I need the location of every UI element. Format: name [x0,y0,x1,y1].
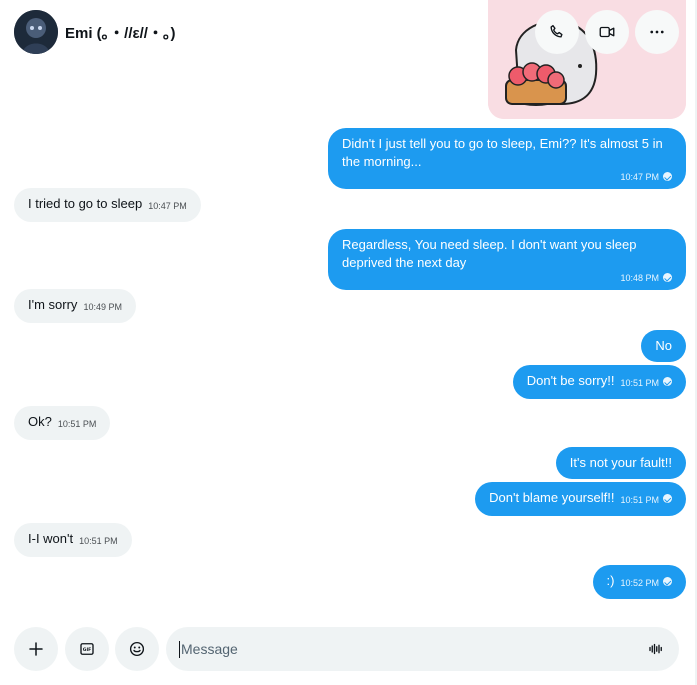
conversation-header: Emi (｡・//ε//・｡) [14,10,175,54]
message-bubble-received[interactable]: I tried to go to sleep 10:47 PM [14,188,201,222]
emoji-button[interactable] [115,627,159,671]
sent-check-icon [663,577,672,586]
message-text: I'm sorry [28,297,78,312]
voice-waveform-icon[interactable] [647,640,665,658]
message-text: No [655,338,672,353]
message-text: :) [606,573,615,588]
message-bubble-received[interactable]: I-I won't 10:51 PM [14,523,132,557]
message-composer[interactable] [166,627,679,671]
video-icon [599,26,615,38]
message-text: Don't blame yourself!! [489,490,615,505]
message-text: Don't be sorry!! [526,373,615,388]
message-text: I tried to go to sleep [28,196,143,211]
message-meta: 10:47 PM [342,171,672,183]
text-cursor [179,640,180,658]
plus-icon [29,642,43,656]
sent-check-icon [663,273,672,282]
message-bubble-received[interactable]: I'm sorry 10:49 PM [14,289,136,323]
message-text: Didn't I just tell you to go to sleep, E… [342,136,663,169]
gif-button[interactable]: GIF [65,627,109,671]
more-icon [650,30,664,34]
message-bubble-sent[interactable]: No [641,330,686,362]
message-text: I-I won't [28,531,74,546]
video-call-button[interactable] [585,10,629,54]
more-options-button[interactable] [635,10,679,54]
message-text: It's not your fault!! [569,455,672,470]
message-time: 10:52 PM [620,578,659,588]
emoji-icon [129,641,145,657]
message-text: Ok? [28,414,52,429]
add-media-button[interactable] [14,627,58,671]
avatar[interactable] [14,10,58,54]
message-bubble-sent[interactable]: Don't blame yourself!! 10:51 PM [475,482,686,516]
call-button[interactable] [535,10,579,54]
sent-check-icon [663,172,672,181]
message-time: 10:51 PM [57,419,97,429]
svg-text:GIF: GIF [83,647,91,653]
contact-name[interactable]: Emi (｡・//ε//・｡) [65,22,175,43]
message-bubble-sent[interactable]: Didn't I just tell you to go to sleep, E… [328,128,686,189]
gif-icon: GIF [80,643,94,655]
message-time: 10:48 PM [620,273,659,283]
phone-icon [550,24,563,38]
message-time: 10:51 PM [620,495,659,505]
message-bubble-sent[interactable]: It's not your fault!! [555,447,686,479]
message-meta: 10:48 PM [342,272,672,284]
avatar-image [14,10,58,54]
message-time: 10:49 PM [83,302,122,312]
message-bubble-sent[interactable]: Regardless, You need sleep. I don't want… [328,229,686,290]
message-bubble-sent[interactable]: Don't be sorry!! 10:51 PM [512,365,686,399]
sent-check-icon [663,494,672,503]
sent-check-icon [663,377,672,386]
message-time: 10:51 PM [79,536,118,546]
message-time: 10:47 PM [620,172,659,182]
message-time: 10:47 PM [148,201,187,211]
message-time: 10:51 PM [620,378,659,388]
message-input[interactable] [181,641,621,657]
message-bubble-received[interactable]: Ok? 10:51 PM [14,406,111,440]
message-text: Regardless, You need sleep. I don't want… [342,237,637,270]
message-bubble-sent[interactable]: :) 10:52 PM [592,565,686,599]
